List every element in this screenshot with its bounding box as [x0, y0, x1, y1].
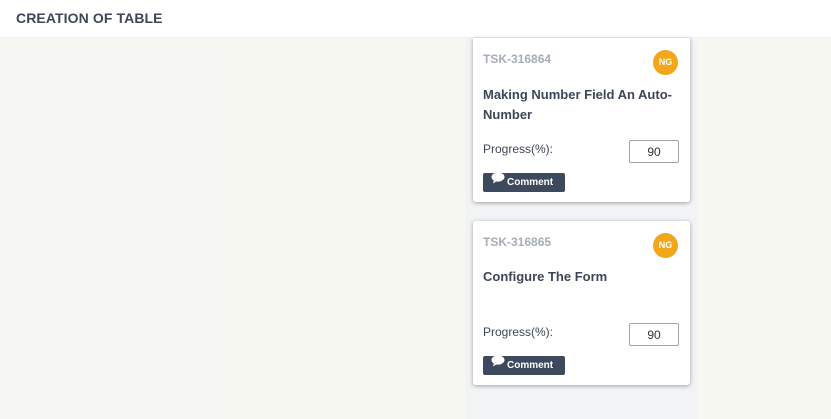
task-id[interactable]: TSK-316864 [483, 52, 551, 66]
progress-input[interactable] [629, 323, 679, 346]
progress-input[interactable] [629, 140, 679, 163]
task-card[interactable]: TSK-316865 NG Configure The Form Progres… [473, 221, 690, 385]
board-column [0, 38, 233, 419]
comment-button[interactable]: Comment [483, 355, 565, 375]
speech-bubble-icon [491, 355, 505, 374]
task-title: Configure The Form [483, 269, 608, 284]
progress-label: Progress(%): [483, 142, 554, 156]
header: CREATION OF TABLE [0, 0, 831, 38]
avatar[interactable]: NG [653, 50, 678, 75]
speech-bubble-icon [491, 172, 505, 191]
comment-button-label: Comment [507, 177, 554, 188]
task-id[interactable]: TSK-316865 [483, 235, 551, 249]
page-title: CREATION OF TABLE [16, 10, 163, 26]
progress-label: Progress(%): [483, 325, 554, 339]
page: CREATION OF TABLE TSK-316864 NG Making N… [0, 0, 831, 419]
board-column [697, 38, 831, 419]
avatar[interactable]: NG [653, 233, 678, 258]
kanban-board [0, 38, 831, 419]
comment-button-label: Comment [507, 360, 554, 371]
board-column [233, 38, 465, 419]
comment-button[interactable]: Comment [483, 172, 565, 192]
task-title: Making Number Field An Auto-Number [483, 87, 672, 122]
task-card[interactable]: TSK-316864 NG Making Number Field An Aut… [473, 38, 690, 202]
